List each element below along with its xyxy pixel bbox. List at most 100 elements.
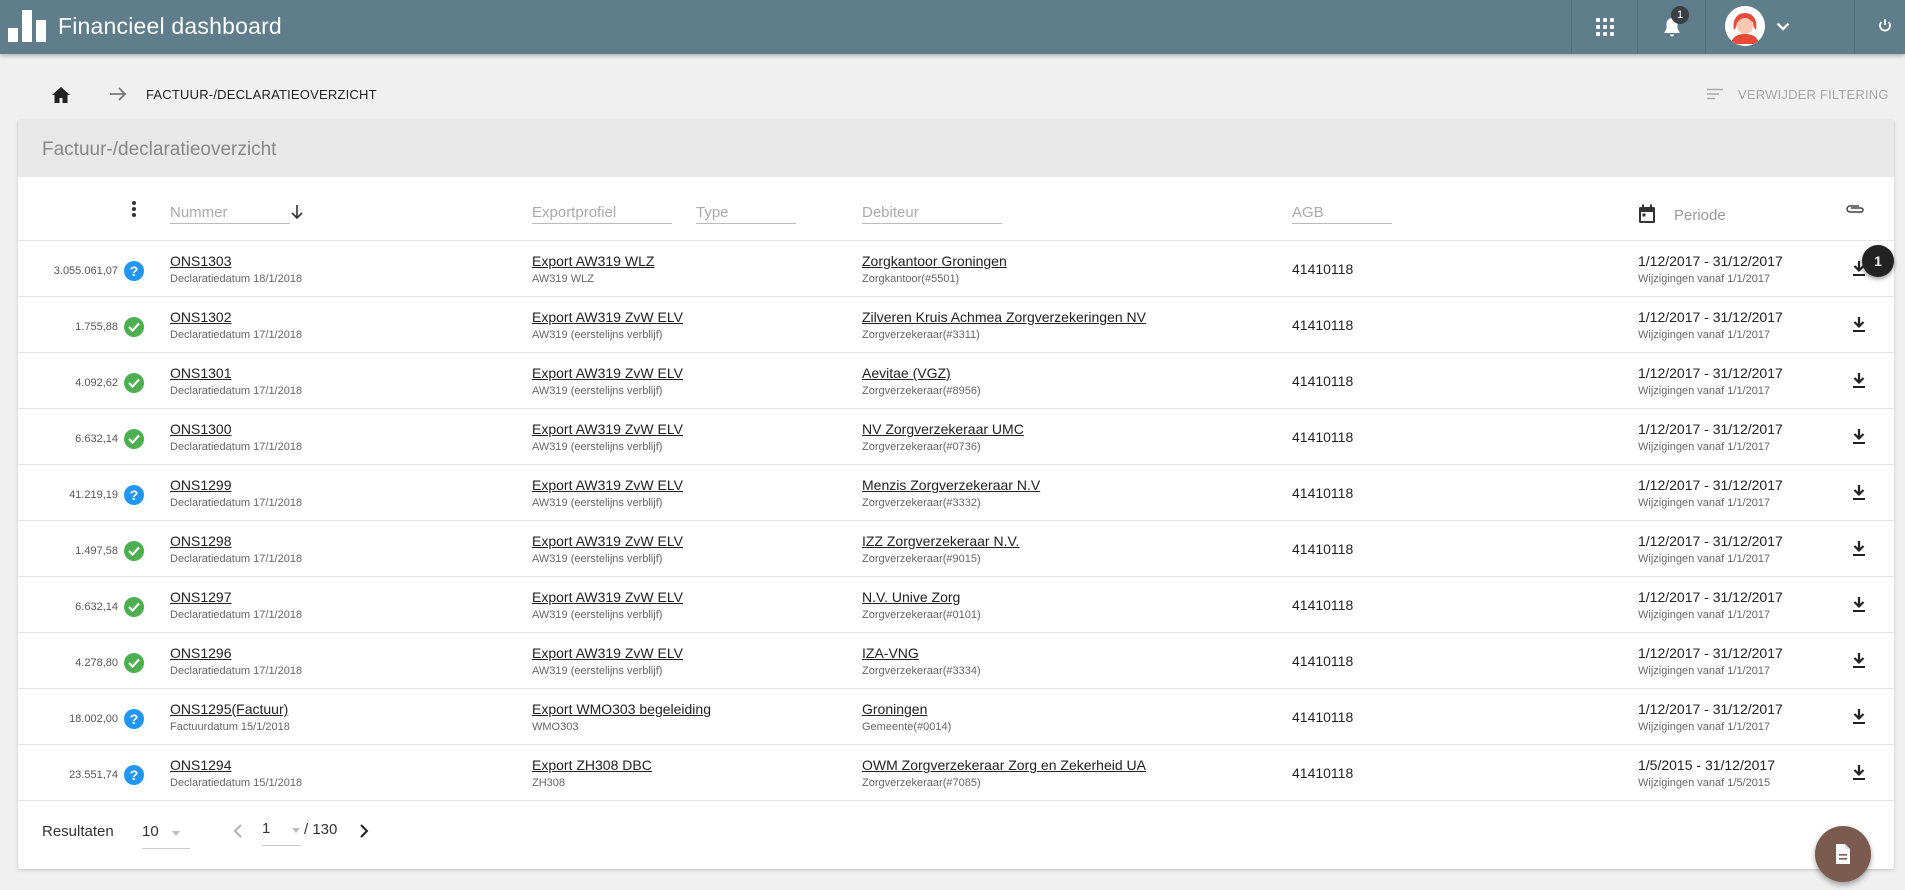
export-profile-link[interactable]: Export AW319 ZvW ELV: [532, 589, 683, 605]
period: 1/12/2017 - 31/12/2017: [1638, 533, 1783, 549]
download-icon[interactable]: [1852, 652, 1866, 669]
export-profile-link[interactable]: Export ZH308 DBC: [532, 757, 652, 773]
download-icon[interactable]: [1852, 428, 1866, 445]
debtor-sub: Zorgverzekeraar(#3334): [862, 665, 981, 677]
home-icon[interactable]: [51, 86, 71, 104]
agb-code: 41410118: [1292, 597, 1354, 613]
debtor-link[interactable]: IZA-VNG: [862, 645, 919, 661]
table-row: 1.497,58 ONS1298 Declaratiedatum 17/1/20…: [18, 521, 1894, 577]
power-icon[interactable]: [1878, 18, 1892, 34]
debtor-link[interactable]: NV Zorgverzekeraar UMC: [862, 421, 1024, 437]
debtor-link[interactable]: Aevitae (VGZ): [862, 365, 951, 381]
download-icon[interactable]: [1852, 764, 1866, 781]
invoice-number-link[interactable]: ONS1300: [170, 421, 231, 437]
filter-exportprofiel[interactable]: Exportprofiel: [532, 204, 672, 224]
debtor-sub: Zorgverzekeraar(#3332): [862, 497, 981, 509]
more-options-icon[interactable]: [132, 201, 136, 219]
debtor-link[interactable]: Zilveren Kruis Achmea Zorgverzekeringen …: [862, 309, 1146, 325]
filter-lines-icon: [1707, 88, 1723, 100]
download-icon[interactable]: [1852, 540, 1866, 557]
invoice-number-link[interactable]: ONS1299: [170, 477, 231, 493]
export-profile-sub: AW319 (eerstelijns verblijf): [532, 665, 663, 677]
document-fab-button[interactable]: [1815, 826, 1871, 882]
invoice-date: Declaratiedatum 17/1/2018: [170, 553, 303, 565]
logo-icon: [8, 10, 48, 42]
debtor-link[interactable]: IZZ Zorgverzekeraar N.V.: [862, 533, 1019, 549]
export-profile-link[interactable]: Export AW319 ZvW ELV: [532, 309, 683, 325]
filter-periode[interactable]: Periode: [1674, 207, 1726, 224]
amount: 4.278,80: [75, 657, 118, 669]
debtor-link[interactable]: OWM Zorgverzekeraar Zorg en Zekerheid UA: [862, 757, 1146, 773]
export-profile-link[interactable]: Export WMO303 begeleiding: [532, 701, 711, 717]
debtor-sub: Zorgverzekeraar(#0736): [862, 441, 981, 453]
invoice-number-link[interactable]: ONS1298: [170, 533, 231, 549]
filter-agb[interactable]: AGB: [1292, 204, 1392, 224]
download-icon[interactable]: [1852, 372, 1866, 389]
agb-code: 41410118: [1292, 541, 1354, 557]
debtor-sub: Zorgverzekeraar(#0101): [862, 609, 981, 621]
chevron-right-icon[interactable]: [358, 823, 370, 839]
filter-type[interactable]: Type: [696, 204, 796, 224]
export-profile-link[interactable]: Export AW319 ZvW ELV: [532, 365, 683, 381]
chevron-down-icon[interactable]: [1776, 22, 1790, 32]
invoice-number-link[interactable]: ONS1301: [170, 365, 231, 381]
invoice-number-link[interactable]: ONS1297: [170, 589, 231, 605]
notifications-button[interactable]: [1638, 0, 1705, 54]
debtor-sub: Gemeente(#0014): [862, 721, 952, 733]
invoice-date: Declaratiedatum 15/1/2018: [170, 777, 303, 789]
invoice-table: 3.055.061,07 ? ONS1303 Declaratiedatum 1…: [18, 241, 1894, 801]
avatar[interactable]: [1725, 6, 1765, 46]
divider: [1705, 0, 1706, 54]
debtor-link[interactable]: Groningen: [862, 701, 927, 717]
clear-filter-button[interactable]: VERWIJDER FILTERING: [1706, 84, 1889, 104]
period: 1/12/2017 - 31/12/2017: [1638, 645, 1783, 661]
page-select[interactable]: 1: [262, 816, 302, 846]
amount: 6.632,14: [75, 433, 118, 445]
agb-code: 41410118: [1292, 765, 1354, 781]
table-row: 6.632,14 ONS1297 Declaratiedatum 17/1/20…: [18, 577, 1894, 633]
debtor-sub: Zorgverzekeraar(#7085): [862, 777, 981, 789]
check-circle-icon: [124, 429, 144, 449]
table-row: 18.002,00 ? ONS1295(Factuur) Factuurdatu…: [18, 689, 1894, 745]
invoice-number-link[interactable]: ONS1303: [170, 253, 231, 269]
sort-arrow-down-icon[interactable]: [290, 204, 304, 220]
calendar-icon[interactable]: [1638, 204, 1656, 224]
check-circle-icon: [124, 317, 144, 337]
period-changes: Wijzigingen vanaf 1/1/2017: [1638, 665, 1771, 677]
period: 1/5/2015 - 31/12/2017: [1638, 757, 1776, 773]
invoice-number-link[interactable]: ONS1295(Factuur): [170, 701, 288, 717]
agb-code: 41410118: [1292, 317, 1354, 333]
debtor-link[interactable]: Zorgkantoor Groningen: [862, 253, 1007, 269]
invoice-card: Factuur-/declaratieoverzicht Nummer Expo…: [18, 120, 1894, 869]
debtor-link[interactable]: N.V. Unive Zorg: [862, 589, 960, 605]
caret-down-icon: [292, 828, 300, 833]
period-changes: Wijzigingen vanaf 1/1/2017: [1638, 441, 1771, 453]
debtor-sub: Zorgverzekeraar(#9015): [862, 553, 981, 565]
export-profile-link[interactable]: Export AW319 WLZ: [532, 253, 654, 269]
export-profile-link[interactable]: Export AW319 ZvW ELV: [532, 477, 683, 493]
amount: 1.755,88: [75, 321, 118, 333]
invoice-number-link[interactable]: ONS1294: [170, 757, 231, 773]
invoice-number-link[interactable]: ONS1302: [170, 309, 231, 325]
amount: 18.002,00: [69, 713, 118, 725]
filter-nummer[interactable]: Nummer: [170, 204, 290, 224]
export-profile-link[interactable]: Export AW319 ZvW ELV: [532, 533, 683, 549]
export-profile-sub: AW319 WLZ: [532, 273, 594, 285]
check-circle-icon: [124, 597, 144, 617]
download-icon[interactable]: [1852, 316, 1866, 333]
debtor-link[interactable]: Menzis Zorgverzekeraar N.V: [862, 477, 1040, 493]
apps-button[interactable]: [1572, 0, 1637, 54]
results-per-page-select[interactable]: 10: [142, 819, 190, 849]
table-row: 1.755,88 ONS1302 Declaratiedatum 17/1/20…: [18, 297, 1894, 353]
export-profile-link[interactable]: Export AW319 ZvW ELV: [532, 645, 683, 661]
period-changes: Wijzigingen vanaf 1/1/2017: [1638, 721, 1771, 733]
download-icon[interactable]: [1852, 596, 1866, 613]
export-profile-sub: AW319 (eerstelijns verblijf): [532, 497, 663, 509]
export-profile-link[interactable]: Export AW319 ZvW ELV: [532, 421, 683, 437]
download-icon[interactable]: [1852, 708, 1866, 725]
download-icon[interactable]: [1852, 484, 1866, 501]
invoice-number-link[interactable]: ONS1296: [170, 645, 231, 661]
breadcrumb: FACTUUR-/DECLARATIEOVERZICHT: [146, 87, 377, 102]
chevron-left-icon[interactable]: [232, 823, 244, 839]
filter-debiteur[interactable]: Debiteur: [862, 204, 1002, 224]
